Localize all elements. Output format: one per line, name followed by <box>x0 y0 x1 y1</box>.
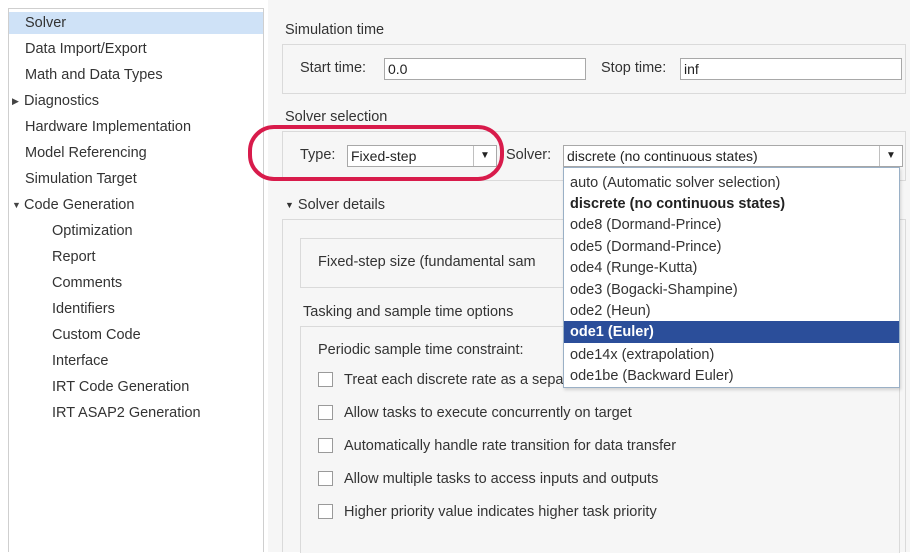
solver-option[interactable]: ode5 (Dormand-Prince) <box>564 236 899 258</box>
chevron-down-icon[interactable]: ▼ <box>473 146 496 166</box>
sidebar-item-comments[interactable]: Comments <box>52 272 122 294</box>
sidebar-item-report[interactable]: Report <box>52 246 96 268</box>
solver-selection-title: Solver selection <box>285 109 388 125</box>
sidebar-item-irt-asap2-generation[interactable]: IRT ASAP2 Generation <box>52 402 201 424</box>
checkbox[interactable] <box>318 405 333 420</box>
sidebar-item-code-generation[interactable]: ▼ Code Generation <box>12 194 134 216</box>
stop-time-label: Stop time: <box>601 60 667 76</box>
sidebar-item-data-import-export[interactable]: Data Import/Export <box>25 38 147 60</box>
solver-option[interactable]: ode2 (Heun) <box>564 300 899 322</box>
expand-arrow-icon[interactable]: ▶ <box>12 90 24 112</box>
periodic-constraint-label: Periodic sample time constraint: <box>318 342 524 358</box>
checkbox-label: Allow tasks to execute concurrently on t… <box>344 405 632 421</box>
sidebar-item-simulation-target[interactable]: Simulation Target <box>25 168 137 190</box>
sidebar-item-label: Interface <box>52 353 109 369</box>
stop-time-input[interactable]: inf <box>680 58 902 80</box>
sidebar-item-label: Diagnostics <box>24 93 99 109</box>
sidebar-item-irt-code-generation[interactable]: IRT Code Generation <box>52 376 189 398</box>
sidebar-item-custom-code[interactable]: Custom Code <box>52 324 141 346</box>
collapse-arrow-icon[interactable]: ▼ <box>12 194 24 216</box>
solver-details-toggle[interactable]: ▼ Solver details <box>285 197 385 213</box>
solver-option[interactable]: ode3 (Bogacki-Shampine) <box>564 279 899 301</box>
sidebar-item-label: Solver <box>25 15 67 31</box>
solver-option[interactable]: ode8 (Dormand-Prince) <box>564 214 899 236</box>
simulation-time-panel: Start time: 0.0 Stop time: inf <box>282 44 906 94</box>
checkbox-label: Automatically handle rate transition for… <box>344 438 677 454</box>
sidebar-item-label: Report <box>52 249 96 265</box>
checkbox[interactable] <box>318 372 333 387</box>
simulation-time-title: Simulation time <box>285 22 385 38</box>
sidebar-item-label: Code Generation <box>24 197 135 213</box>
sidebar-item-label: Data Import/Export <box>25 41 147 57</box>
chevron-down-icon[interactable]: ▼ <box>879 146 902 166</box>
sidebar-item-label: Comments <box>52 275 123 291</box>
sidebar-item-optimization[interactable]: Optimization <box>52 220 133 242</box>
sidebar-item-solver[interactable]: Solver <box>9 12 263 34</box>
checkbox-label: Allow multiple tasks to access inputs an… <box>344 471 659 487</box>
type-select-value: Fixed-step <box>351 148 417 164</box>
solver-details-title: Solver details <box>297 197 385 213</box>
fixed-step-size-label: Fixed-step size (fundamental sam <box>318 254 536 270</box>
checkbox-label: Higher priority value indicates higher t… <box>344 504 657 520</box>
sidebar-item-label: Simulation Target <box>25 171 137 187</box>
solver-select-value: discrete (no continuous states) <box>567 148 758 164</box>
sidebar-item-label: Hardware Implementation <box>25 119 192 135</box>
solver-option-highlighted[interactable]: ode1 (Euler) <box>564 321 899 343</box>
type-label: Type: <box>300 147 336 163</box>
solver-dropdown-list: auto (Automatic solver selection) discre… <box>563 167 900 388</box>
sidebar-item-interface[interactable]: Interface <box>52 350 108 372</box>
checkbox[interactable] <box>318 504 333 519</box>
solver-option[interactable]: ode14x (extrapolation) <box>564 344 899 366</box>
sidebar-item-label: Custom Code <box>52 327 141 343</box>
sidebar: Solver Data Import/Export Math and Data … <box>8 8 264 552</box>
start-time-label: Start time: <box>300 60 367 76</box>
sidebar-item-label: IRT ASAP2 Generation <box>52 405 201 421</box>
sidebar-item-diagnostics[interactable]: ▶ Diagnostics <box>12 90 99 112</box>
sidebar-item-label: Optimization <box>52 223 133 239</box>
tasking-options-title: Tasking and sample time options <box>303 304 514 320</box>
sidebar-item-hardware-implementation[interactable]: Hardware Implementation <box>25 116 191 138</box>
solver-label: Solver: <box>506 147 552 163</box>
solver-option[interactable]: ode4 (Runge-Kutta) <box>564 257 899 279</box>
type-select[interactable]: Fixed-step ▼ <box>347 145 497 167</box>
solver-option[interactable]: discrete (no continuous states) <box>564 193 899 215</box>
collapse-arrow-icon: ▼ <box>285 200 294 210</box>
sidebar-item-identifiers[interactable]: Identifiers <box>52 298 115 320</box>
sidebar-item-label: IRT Code Generation <box>52 379 190 395</box>
sidebar-item-math-and-data-types[interactable]: Math and Data Types <box>25 64 163 86</box>
start-time-input[interactable]: 0.0 <box>384 58 586 80</box>
checkbox[interactable] <box>318 438 333 453</box>
checkbox[interactable] <box>318 471 333 486</box>
solver-option[interactable]: auto (Automatic solver selection) <box>564 172 899 194</box>
sidebar-item-model-referencing[interactable]: Model Referencing <box>25 142 147 164</box>
sidebar-item-label: Math and Data Types <box>25 67 163 83</box>
sidebar-item-label: Identifiers <box>52 301 115 317</box>
sidebar-item-label: Model Referencing <box>25 145 147 161</box>
solver-option[interactable]: ode1be (Backward Euler) <box>564 365 899 387</box>
solver-select[interactable]: discrete (no continuous states) ▼ <box>563 145 903 167</box>
